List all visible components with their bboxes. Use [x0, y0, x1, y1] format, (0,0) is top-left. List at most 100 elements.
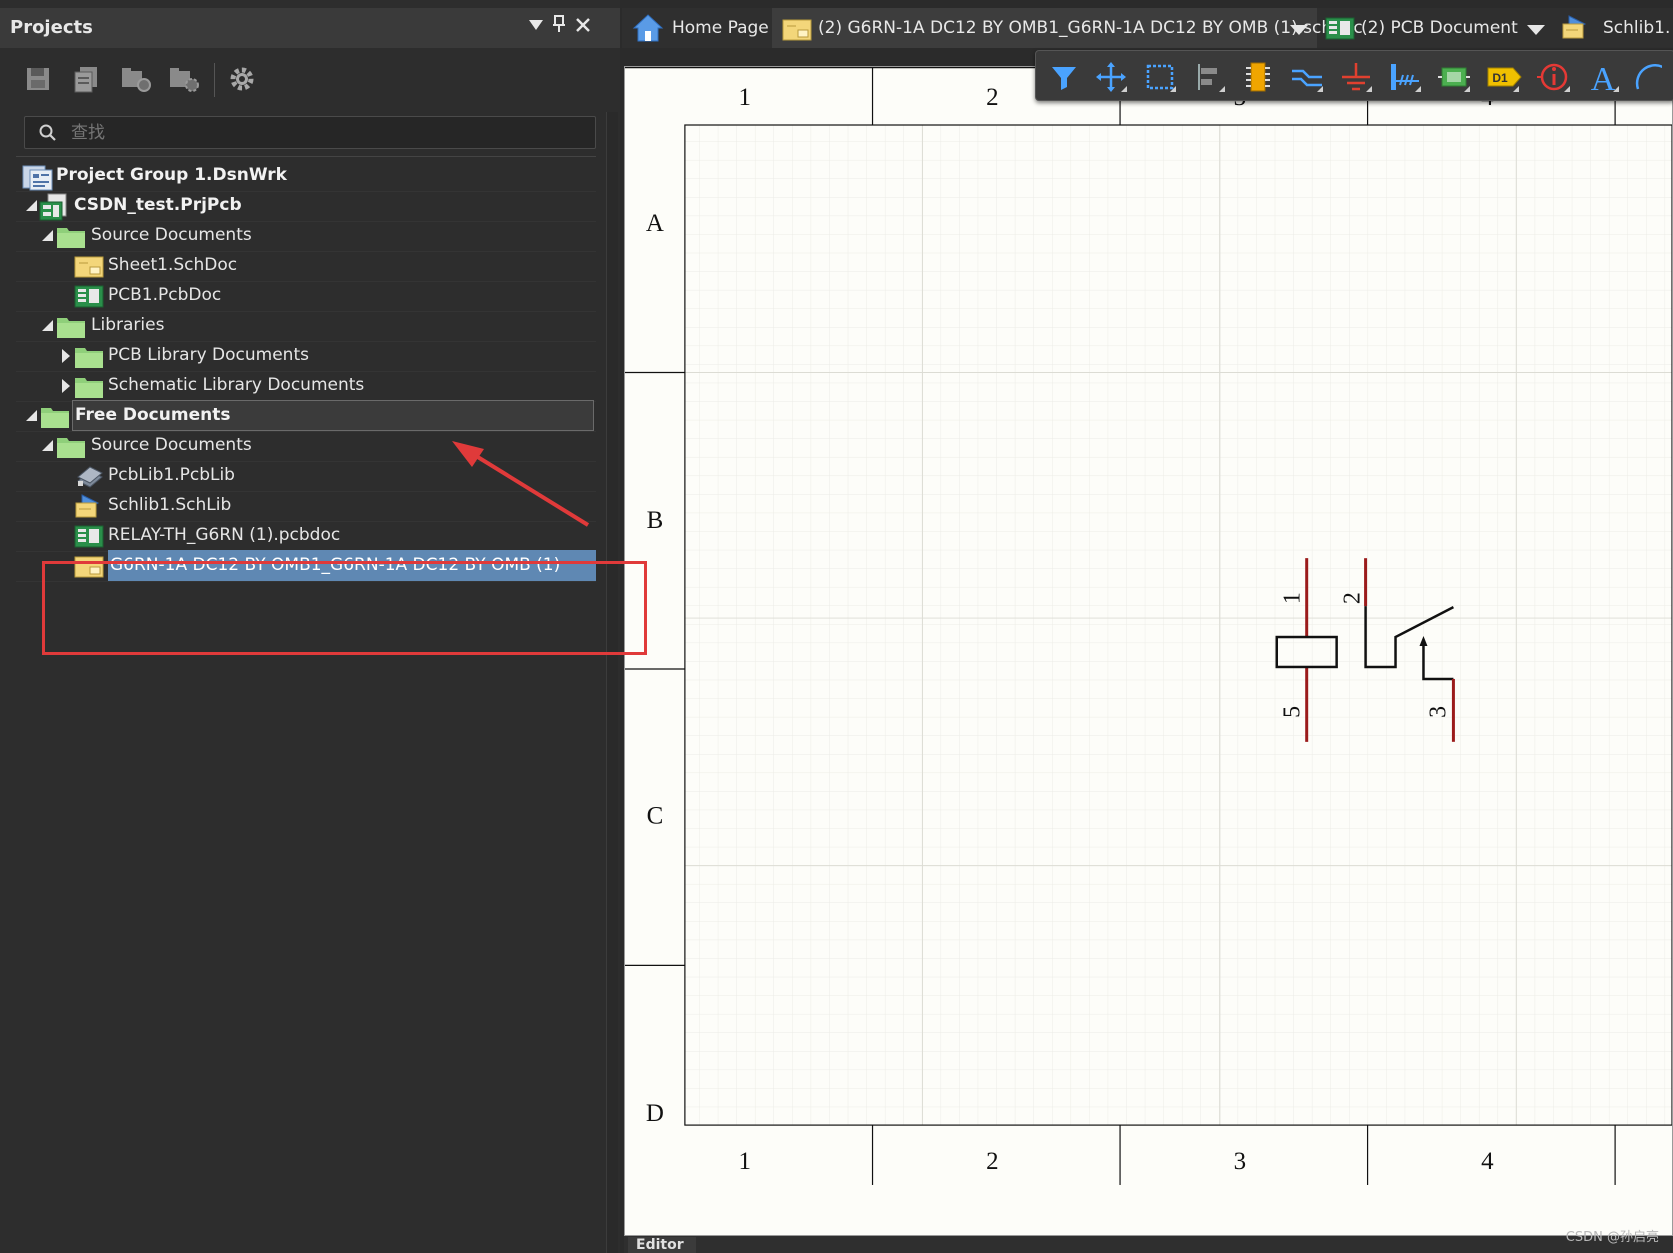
folder-icon — [74, 373, 104, 403]
submenu-indicator-icon — [1464, 86, 1470, 92]
collapse-arrow-icon[interactable] — [26, 200, 37, 211]
tree-item-libraries[interactable]: Libraries — [16, 310, 596, 342]
tab-schdoc[interactable]: (2) G6RN-1A DC12 BY OMB1_G6RN-1A DC12 BY… — [772, 8, 1363, 48]
tree-item-pcblib1[interactable]: PcbLib1.PcbLib — [16, 460, 596, 492]
watermark: CSDN @孙启亮 — [1565, 1230, 1659, 1245]
row-label: A — [646, 210, 664, 237]
ground-power-icon[interactable] — [1338, 59, 1374, 95]
submenu-indicator-icon — [1415, 86, 1421, 92]
schematic-doc-icon — [782, 16, 812, 46]
row-label: D — [646, 1100, 664, 1127]
tree-item-pcb1[interactable]: PCB1.PcbDoc — [16, 280, 596, 312]
altium-window: Projects 查找 Project Group 1.DsnWrk CSDN_… — [0, 0, 1673, 1253]
folder-icon — [40, 403, 70, 433]
submenu-indicator-icon — [1170, 86, 1176, 92]
pcb-doc-icon — [74, 283, 104, 313]
pin-number: 5 — [1280, 706, 1306, 718]
active-bar-toolbar: D1 A — [1035, 50, 1673, 101]
toolbar-divider — [214, 63, 215, 97]
schematic-library-icon — [74, 493, 104, 523]
row-label: B — [647, 507, 664, 534]
submenu-indicator-icon — [1219, 86, 1225, 92]
column-label: 1 — [739, 84, 751, 111]
tab-label: Schlib1. — [1603, 18, 1671, 38]
tree-item-label: CSDN_test.PrjPcb — [74, 195, 242, 215]
save-all-icon[interactable] — [72, 65, 100, 93]
tab-label: (2) G6RN-1A DC12 BY OMB1_G6RN-1A DC12 BY… — [818, 18, 1363, 38]
dropdown-triangle-icon[interactable] — [528, 15, 544, 37]
submenu-indicator-icon — [1613, 86, 1619, 92]
component-icon[interactable] — [1240, 59, 1276, 95]
tree-item-free-documents[interactable]: Free Documents — [16, 400, 596, 432]
column-label: 1 — [739, 1148, 751, 1175]
align-icon[interactable] — [1191, 59, 1227, 95]
tree-item-project-group[interactable]: Project Group 1.DsnWrk — [16, 160, 596, 192]
tree-item-free-source-documents[interactable]: Source Documents — [16, 430, 596, 462]
text-icon[interactable]: A — [1585, 59, 1621, 98]
harness-icon[interactable] — [1436, 59, 1472, 95]
collapse-arrow-icon[interactable] — [42, 320, 53, 331]
tree-item-schematic-library-documents[interactable]: Schematic Library Documents — [16, 370, 596, 402]
document-tab-bar: Home Page (2) G6RN-1A DC12 BY OMB1_G6RN-… — [622, 8, 1673, 48]
collapse-arrow-icon[interactable] — [42, 230, 53, 241]
tree-item-prjpcb[interactable]: CSDN_test.PrjPcb — [16, 190, 596, 222]
collapse-arrow-icon[interactable] — [26, 410, 37, 421]
tree-item-pcb-library-documents[interactable]: PCB Library Documents — [16, 340, 596, 372]
tree-item-label: Source Documents — [91, 225, 252, 245]
panel-scrollbar[interactable] — [606, 112, 618, 1253]
divider — [16, 156, 596, 157]
search-input[interactable] — [71, 117, 571, 148]
tab-schlib1[interactable]: Schlib1. — [1555, 8, 1673, 48]
folder-icon — [56, 313, 86, 343]
submenu-indicator-icon — [1366, 86, 1372, 92]
tree-item-label: Schematic Library Documents — [108, 375, 365, 395]
bus-icon[interactable] — [1387, 59, 1423, 95]
pin-number: 1 — [1280, 592, 1306, 604]
tree-item-label: PCB Library Documents — [108, 345, 309, 365]
chevron-down-icon[interactable] — [1290, 25, 1308, 35]
project-settings-icon[interactable] — [168, 65, 199, 93]
tree-item-label: PcbLib1.PcbLib — [108, 465, 235, 485]
panel-header: Projects — [0, 8, 620, 48]
wire-icon[interactable] — [1289, 59, 1325, 95]
directive-icon[interactable] — [1536, 59, 1572, 95]
chevron-down-icon[interactable] — [1527, 25, 1545, 35]
editor-footer-tab[interactable]: Editor — [628, 1237, 696, 1253]
annotation-highlight-box — [42, 561, 647, 655]
expand-arrow-icon[interactable] — [62, 379, 70, 393]
tree-item-schlib1[interactable]: Schlib1.SchLib — [16, 490, 596, 522]
tab-label: Home Page — [672, 18, 769, 38]
tree-item-label: PCB1.PcbDoc — [108, 285, 222, 305]
folder-icon — [74, 343, 104, 373]
tree-item-relay-pcbdoc[interactable]: RELAY-TH_G6RN (1).pcbdoc — [16, 520, 596, 552]
tab-pcb-document[interactable]: (2) PCB Document — [1317, 8, 1555, 48]
schematic-library-icon — [1561, 14, 1591, 44]
tab-home-page[interactable]: Home Page — [622, 8, 772, 48]
gear-icon[interactable] — [228, 65, 256, 93]
net-label-icon[interactable]: D1 — [1485, 59, 1522, 95]
schematic-sheet[interactable]: 1 2 3 4 1 2 3 4 A B C D — [624, 66, 1673, 1236]
schematic-editor: 1 2 3 4 1 2 3 4 A B C D — [622, 48, 1673, 1253]
close-icon[interactable] — [575, 15, 591, 37]
column-label: 2 — [986, 84, 998, 111]
select-rect-icon[interactable] — [1142, 59, 1178, 95]
tree-item-label: Free Documents — [75, 405, 231, 425]
pin-number: 2 — [1340, 592, 1366, 604]
pin-icon[interactable] — [552, 15, 566, 37]
tree-item-label: Sheet1.SchDoc — [108, 255, 238, 275]
text-tool-glyph: A — [1591, 61, 1616, 95]
filter-icon[interactable] — [1046, 59, 1082, 95]
tree-item-source-documents[interactable]: Source Documents — [16, 220, 596, 252]
project-options-icon[interactable] — [120, 65, 151, 93]
tree-item-sheet1[interactable]: Sheet1.SchDoc — [16, 250, 596, 282]
expand-arrow-icon[interactable] — [62, 349, 70, 363]
panel-title: Projects — [10, 17, 93, 38]
collapse-arrow-icon[interactable] — [42, 440, 53, 451]
column-label: 2 — [986, 1148, 998, 1175]
folder-icon — [56, 223, 86, 253]
move-icon[interactable] — [1093, 59, 1129, 95]
tree-item-label: Project Group 1.DsnWrk — [56, 165, 287, 185]
arc-icon[interactable] — [1632, 59, 1662, 95]
save-icon[interactable] — [24, 65, 52, 93]
net-label-text: D1 — [1492, 71, 1508, 85]
